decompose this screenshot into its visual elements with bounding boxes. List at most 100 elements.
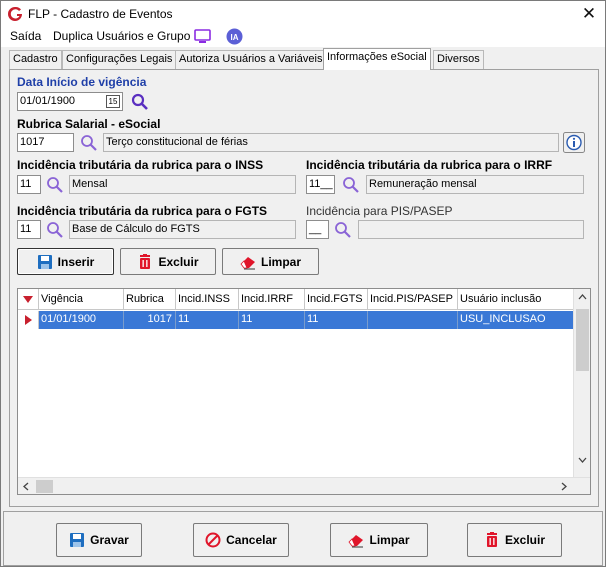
search-icon[interactable] — [131, 93, 149, 111]
footer-bar: Gravar Cancelar Limpar Excluir — [3, 511, 603, 566]
pis-label: Incidência para PIS/PASEP — [306, 204, 453, 218]
fgts-desc-value: Base de Cálculo do FGTS — [72, 223, 200, 235]
scroll-down-icon[interactable] — [578, 457, 587, 463]
search-icon[interactable] — [334, 221, 352, 239]
save-label: Gravar — [90, 533, 129, 547]
data-inicio-label: Data Início de vigência — [17, 75, 147, 89]
pis-code-field[interactable]: __ — [306, 220, 329, 239]
tab-informacoes-esocial[interactable]: Informações eSocial — [323, 48, 431, 70]
irrf-label: Incidência tributária da rubrica para o … — [306, 158, 553, 172]
menu-item-saida[interactable]: Saída — [10, 29, 41, 43]
data-inicio-value: 01/01/1900 — [20, 95, 76, 107]
delete-button[interactable]: Excluir — [120, 248, 216, 275]
irrf-desc-value: Remuneração mensal — [369, 178, 477, 190]
footer-clear-label: Limpar — [369, 533, 410, 547]
eraser-icon — [240, 256, 255, 269]
tab-configuracoes-legais[interactable]: Configurações Legais — [62, 50, 177, 69]
main-window: FLP - Cadastro de Eventos ✕ Saída Duplic… — [0, 0, 606, 567]
title-bar: FLP - Cadastro de Eventos ✕ — [1, 1, 605, 27]
vertical-scroll-thumb[interactable] — [576, 309, 589, 371]
inss-label: Incidência tributária da rubrica para o … — [17, 158, 264, 172]
rubrica-label: Rubrica Salarial - eSocial — [17, 117, 161, 131]
search-icon[interactable] — [342, 176, 360, 194]
rubrica-desc-field: Terço constitucional de férias — [103, 133, 559, 152]
cancel-icon — [205, 532, 221, 548]
clear-label: Limpar — [260, 254, 301, 269]
cell-incid-irrf[interactable]: 11 — [239, 311, 305, 329]
tab-cadastro[interactable]: Cadastro — [9, 50, 62, 69]
fgts-code-value: 11 — [20, 223, 32, 235]
cancel-button[interactable]: Cancelar — [193, 523, 289, 557]
horizontal-scrollbar[interactable] — [18, 477, 590, 494]
cell-vigencia[interactable]: 01/01/1900 — [39, 311, 124, 329]
inss-desc-value: Mensal — [72, 178, 108, 190]
cancel-label: Cancelar — [226, 533, 277, 547]
cell-incid-pis[interactable] — [368, 311, 458, 329]
svg-text:IA: IA — [231, 33, 239, 42]
save-icon — [37, 254, 52, 269]
horizontal-scroll-thumb[interactable] — [36, 480, 53, 493]
clear-button[interactable]: Limpar — [222, 248, 319, 275]
tab-autoriza-usuarios[interactable]: Autoriza Usuários a Variáveis — [175, 50, 327, 69]
search-icon[interactable] — [80, 134, 98, 152]
info-icon[interactable] — [563, 132, 585, 153]
grid-header-vigencia[interactable]: Vigência — [39, 289, 124, 310]
cell-incid-fgts[interactable]: 11 — [305, 311, 368, 329]
esocial-panel: Data Início de vigência 01/01/1900 15 Ru… — [9, 69, 599, 507]
grid-header-rubrica[interactable]: Rubrica — [124, 289, 176, 310]
rubrica-code-field[interactable]: 1017 — [17, 133, 74, 152]
search-icon[interactable] — [46, 221, 64, 239]
close-icon[interactable]: ✕ — [577, 3, 601, 25]
cell-rubrica[interactable]: 1017 — [124, 311, 176, 329]
insert-button[interactable]: Inserir — [17, 248, 114, 275]
delete-label: Excluir — [158, 254, 199, 269]
footer-delete-button[interactable]: Excluir — [467, 523, 562, 557]
cell-incid-inss[interactable]: 11 — [176, 311, 239, 329]
sort-down-icon — [23, 296, 33, 303]
footer-delete-label: Excluir — [504, 533, 546, 547]
ai-assistant-icon[interactable]: IA — [226, 28, 243, 45]
footer-clear-button[interactable]: Limpar — [330, 523, 428, 557]
row-indicator[interactable] — [18, 311, 39, 329]
grid-indicator-header[interactable] — [18, 289, 39, 310]
menu-bar: Saída Duplica Usuários e Grupo IA — [1, 27, 605, 47]
grid-header-incid-inss[interactable]: Incid.INSS — [176, 289, 239, 310]
irrf-code-field[interactable]: 11__ — [306, 175, 335, 194]
inss-code-value: 11 — [20, 178, 32, 190]
rubrica-desc-value: Terço constitucional de férias — [106, 136, 248, 148]
save-icon — [70, 533, 85, 547]
monitor-icon[interactable] — [194, 29, 211, 44]
tab-diversos[interactable]: Diversos — [433, 50, 484, 69]
current-row-icon — [25, 315, 32, 325]
inss-desc-field: Mensal — [69, 175, 296, 194]
pis-code-value: __ — [309, 223, 322, 235]
app-logo-icon — [8, 6, 22, 21]
trash-icon — [486, 532, 497, 547]
rubrica-code-value: 1017 — [20, 136, 45, 148]
scroll-right-icon[interactable] — [561, 482, 567, 491]
trash-icon — [140, 253, 151, 269]
eraser-icon — [348, 535, 364, 548]
cell-usuario[interactable]: USU_INCLUSAO — [458, 311, 574, 329]
grid-header-usuario[interactable]: Usuário inclusão — [458, 289, 574, 310]
irrf-desc-field: Remuneração mensal — [366, 175, 584, 194]
fgts-code-field[interactable]: 11 — [17, 220, 41, 239]
vigencia-grid[interactable]: Vigência Rubrica Incid.INSS Incid.IRRF I… — [17, 288, 591, 495]
grid-header-incid-irrf[interactable]: Incid.IRRF — [239, 289, 305, 310]
inss-code-field[interactable]: 11 — [17, 175, 41, 194]
irrf-code-value: 11__ — [309, 178, 333, 190]
menu-item-duplica[interactable]: Duplica Usuários e Grupo — [53, 29, 190, 43]
data-inicio-field[interactable]: 01/01/1900 15 — [17, 92, 123, 111]
scroll-up-icon[interactable] — [578, 294, 587, 300]
save-button[interactable]: Gravar — [56, 523, 142, 557]
grid-header-incid-fgts[interactable]: Incid.FGTS — [305, 289, 368, 310]
window-title: FLP - Cadastro de Eventos — [28, 7, 173, 21]
calendar-icon[interactable]: 15 — [106, 95, 120, 108]
grid-header-incid-pis[interactable]: Incid.PIS/PASEP — [368, 289, 458, 310]
vertical-scrollbar[interactable] — [573, 289, 590, 477]
insert-label: Inserir — [57, 254, 95, 269]
pis-desc-field — [358, 220, 584, 239]
search-icon[interactable] — [46, 176, 64, 194]
scroll-left-icon[interactable] — [23, 482, 29, 491]
fgts-desc-field: Base de Cálculo do FGTS — [69, 220, 296, 239]
